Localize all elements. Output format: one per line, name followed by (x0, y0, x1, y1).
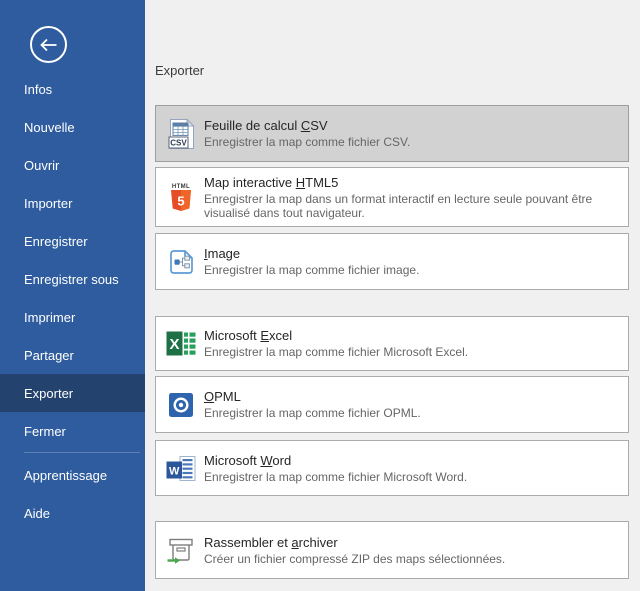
export-option-text: OPML Enregistrer la map comme fichier OP… (204, 389, 618, 420)
back-button[interactable] (30, 26, 67, 63)
export-option-title: OPML (204, 389, 618, 404)
sidebar-item-imprimer[interactable]: Imprimer (0, 298, 145, 336)
sidebar-item-infos[interactable]: Infos (0, 70, 145, 108)
export-option-description: Enregistrer la map comme fichier OPML. (204, 406, 618, 420)
collect-archive-icon (166, 537, 196, 564)
export-option-description: Enregistrer la map comme fichier Microso… (204, 345, 618, 359)
export-option-excel[interactable]: X Microsoft Excel Enregistrer la map com… (155, 316, 629, 371)
export-option-description: Enregistrer la map dans un format intera… (204, 192, 618, 220)
export-option-text: Image Enregistrer la map comme fichier i… (204, 246, 618, 277)
page-title: Exporter (155, 63, 204, 78)
export-option-title: Map interactive HTML5 (204, 175, 618, 190)
sidebar-item-aide[interactable]: Aide (0, 494, 145, 532)
export-option-text: Microsoft Excel Enregistrer la map comme… (204, 328, 618, 359)
export-option-csv[interactable]: CSV Feuille de calcul CSV Enregistrer la… (155, 105, 629, 162)
svg-text:HTML: HTML (172, 183, 190, 189)
export-option-description: Enregistrer la map comme fichier image. (204, 263, 618, 277)
svg-text:5: 5 (177, 193, 184, 208)
export-option-title: Microsoft Word (204, 453, 618, 468)
html5-icon: HTML 5 (166, 182, 196, 213)
excel-icon: X (166, 330, 196, 357)
export-option-image[interactable]: Image Enregistrer la map comme fichier i… (155, 233, 629, 290)
export-option-text: Map interactive HTML5 Enregistrer la map… (204, 175, 618, 220)
sidebar-item-apprentissage[interactable]: Apprentissage (0, 456, 145, 494)
svg-text:W: W (169, 465, 180, 477)
svg-text:X: X (169, 336, 179, 353)
export-option-html5[interactable]: HTML 5 Map interactive HTML5 Enregistrer… (155, 167, 629, 227)
backstage-sidebar: Infos Nouvelle Ouvrir Importer Enregistr… (0, 0, 145, 591)
export-option-collect-archive[interactable]: Rassembler et archiver Créer un fichier … (155, 521, 629, 579)
sidebar-nav: Infos Nouvelle Ouvrir Importer Enregistr… (0, 70, 145, 532)
image-export-icon (166, 248, 196, 276)
export-option-opml[interactable]: OPML Enregistrer la map comme fichier OP… (155, 376, 629, 433)
sidebar-item-partager[interactable]: Partager (0, 336, 145, 374)
export-option-title: Rassembler et archiver (204, 535, 618, 550)
export-option-text: Feuille de calcul CSV Enregistrer la map… (204, 118, 618, 149)
svg-text:CSV: CSV (170, 138, 187, 147)
word-icon: W (166, 455, 196, 482)
export-options-list: CSV Feuille de calcul CSV Enregistrer la… (155, 105, 629, 579)
sidebar-item-exporter[interactable]: Exporter (0, 374, 145, 412)
export-option-description: Enregistrer la map comme fichier CSV. (204, 135, 618, 149)
export-option-description: Créer un fichier compressé ZIP des maps … (204, 552, 618, 566)
sidebar-item-nouvelle[interactable]: Nouvelle (0, 108, 145, 146)
back-arrow-icon (39, 38, 59, 52)
export-panel: Exporter CSV Feuille de calcul CSV Enreg… (145, 0, 640, 591)
sidebar-item-ouvrir[interactable]: Ouvrir (0, 146, 145, 184)
sidebar-item-fermer[interactable]: Fermer (0, 412, 145, 450)
export-option-text: Microsoft Word Enregistrer la map comme … (204, 453, 618, 484)
export-option-description: Enregistrer la map comme fichier Microso… (204, 470, 618, 484)
sidebar-item-enregistrer-sous[interactable]: Enregistrer sous (0, 260, 145, 298)
sidebar-item-enregistrer[interactable]: Enregistrer (0, 222, 145, 260)
export-option-text: Rassembler et archiver Créer un fichier … (204, 535, 618, 566)
csv-spreadsheet-icon: CSV (166, 118, 196, 150)
export-option-title: Microsoft Excel (204, 328, 618, 343)
opml-icon (166, 392, 196, 418)
export-option-title: Feuille de calcul CSV (204, 118, 618, 133)
export-option-word[interactable]: W Microsoft Word Enregistrer la map comm… (155, 440, 629, 496)
sidebar-item-importer[interactable]: Importer (0, 184, 145, 222)
export-option-title: Image (204, 246, 618, 261)
sidebar-divider (24, 452, 140, 453)
